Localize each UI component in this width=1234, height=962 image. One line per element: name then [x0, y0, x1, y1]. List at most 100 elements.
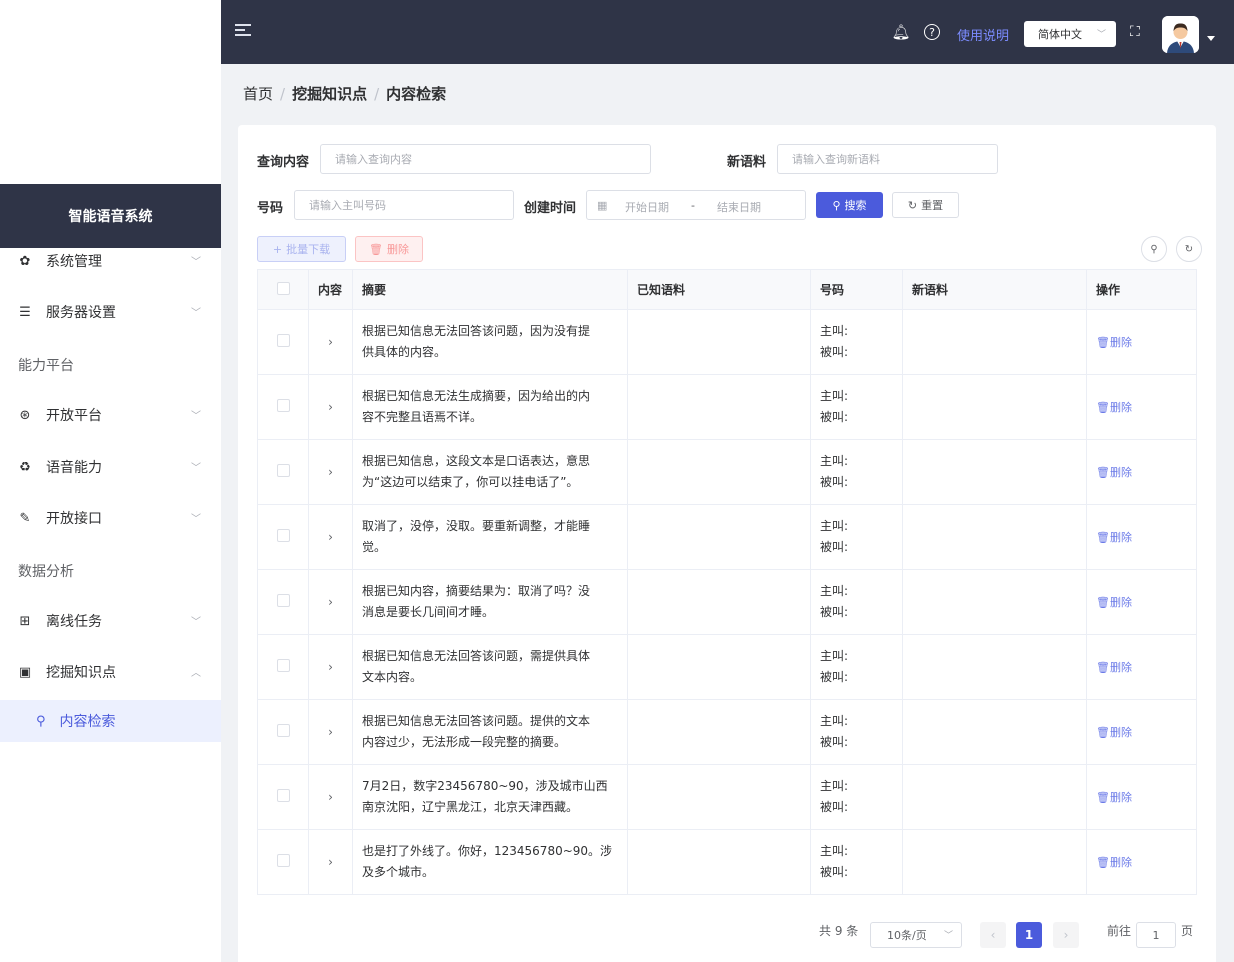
reset-button[interactable]: ↻ 重置: [892, 192, 959, 218]
caller-label: 主叫:: [820, 779, 849, 793]
expand-cell[interactable]: ›: [308, 309, 353, 375]
row-checkbox-cell[interactable]: [257, 569, 309, 635]
chevron-right-icon[interactable]: ›: [328, 595, 333, 609]
row-checkbox[interactable]: [276, 334, 290, 347]
row-delete-link[interactable]: 🗑︎删除: [1096, 531, 1132, 544]
query-input[interactable]: 请输入查询内容: [320, 144, 651, 174]
next-page-button[interactable]: ›: [1053, 922, 1079, 948]
row-checkbox-cell[interactable]: [257, 829, 309, 895]
breadcrumb-knowledge[interactable]: 挖掘知识点: [292, 85, 367, 103]
row-checkbox-cell[interactable]: [257, 699, 309, 765]
row-delete-link[interactable]: 🗑︎删除: [1096, 466, 1132, 479]
row-checkbox[interactable]: [276, 529, 290, 542]
row-delete-link[interactable]: 🗑︎删除: [1096, 856, 1132, 869]
usage-guide-link[interactable]: 使用说明: [957, 25, 1009, 44]
chevron-right-icon[interactable]: ›: [328, 725, 333, 739]
row-checkbox[interactable]: [276, 789, 290, 802]
calendar-icon: ▦: [597, 199, 608, 212]
sidebar-item-knowledge[interactable]: ▣ 挖掘知识点 ︿: [0, 652, 221, 692]
batch-download-button[interactable]: + 批量下载: [257, 236, 346, 262]
avatar[interactable]: [1162, 16, 1199, 53]
row-delete-link[interactable]: 🗑︎删除: [1096, 596, 1132, 609]
page-size-select[interactable]: 10条/页 ﹀: [870, 922, 962, 948]
caller-label: 主叫:: [820, 844, 849, 858]
sidebar-item-system[interactable]: ✿ 系统管理 ﹀: [0, 241, 221, 281]
select-all-checkbox-cell[interactable]: [257, 269, 309, 310]
summary-line: 内容过少，无法形成一段完整的摘要。: [362, 735, 567, 749]
delete-button[interactable]: 🗑︎ 删除: [355, 236, 423, 262]
end-date-input[interactable]: 结束日期: [717, 199, 761, 215]
expand-cell[interactable]: ›: [308, 764, 353, 830]
bell-icon[interactable]: 🔔︎: [891, 23, 910, 41]
sidebar-item-label: 语音能力: [46, 460, 102, 476]
known-corpus-cell: [627, 309, 811, 375]
page-number-button[interactable]: 1: [1016, 922, 1042, 948]
breadcrumb-current: 内容检索: [386, 85, 447, 103]
language-select[interactable]: 简体中文 ﹀: [1024, 21, 1116, 47]
goto-page-input[interactable]: 1: [1136, 922, 1176, 948]
chevron-right-icon[interactable]: ›: [328, 790, 333, 804]
column-header: 摘要: [352, 269, 628, 310]
row-checkbox-cell[interactable]: [257, 504, 309, 570]
fullscreen-icon[interactable]: ⛶: [1130, 24, 1140, 40]
row-checkbox[interactable]: [276, 724, 290, 737]
row-delete-link[interactable]: 🗑︎删除: [1096, 336, 1132, 349]
new-corpus-input[interactable]: 请输入查询新语料: [777, 144, 998, 174]
caret-down-icon[interactable]: [1207, 36, 1215, 41]
summary-cell: 根据已知信息，这段文本是口语表达，意思 为“这边可以结束了，你可以挂电话了”。: [352, 439, 628, 505]
row-checkbox[interactable]: [276, 854, 290, 867]
chevron-right-icon[interactable]: ›: [328, 335, 333, 349]
menu-toggle-icon[interactable]: [235, 24, 251, 38]
row-checkbox-cell[interactable]: [257, 634, 309, 700]
row-checkbox[interactable]: [276, 464, 290, 477]
number-input[interactable]: 请输入主叫号码: [294, 190, 514, 220]
sidebar-item-offline-task[interactable]: ⊞ 离线任务 ﹀: [0, 601, 221, 641]
breadcrumb-home[interactable]: 首页: [243, 85, 273, 103]
expand-cell[interactable]: ›: [308, 439, 353, 505]
chevron-right-icon[interactable]: ›: [328, 400, 333, 414]
sidebar-item-open-platform[interactable]: ⊛ 开放平台 ﹀: [0, 395, 221, 435]
row-checkbox[interactable]: [276, 399, 290, 412]
expand-cell[interactable]: ›: [308, 699, 353, 765]
row-checkbox-cell[interactable]: [257, 439, 309, 505]
select-all-checkbox[interactable]: [276, 281, 290, 295]
search-toggle-icon[interactable]: ⚲: [1141, 236, 1167, 262]
refresh-icon[interactable]: ↻: [1176, 236, 1202, 262]
row-delete-link[interactable]: 🗑︎删除: [1096, 791, 1132, 804]
sidebar-item-label: 系统管理: [46, 254, 102, 270]
sidebar-item-voice[interactable]: ♻ 语音能力 ﹀: [0, 447, 221, 487]
chevron-right-icon[interactable]: ›: [328, 465, 333, 479]
row-delete-link[interactable]: 🗑︎删除: [1096, 401, 1132, 414]
expand-cell[interactable]: ›: [308, 504, 353, 570]
expand-cell[interactable]: ›: [308, 374, 353, 440]
expand-cell[interactable]: ›: [308, 634, 353, 700]
summary-line: 根据已知内容，摘要结果为：取消了吗？没: [362, 584, 591, 598]
number-cell: 主叫: 被叫:: [810, 569, 903, 635]
row-delete-link[interactable]: 🗑︎删除: [1096, 661, 1132, 674]
help-icon[interactable]: ?: [924, 24, 940, 40]
number-cell: 主叫: 被叫:: [810, 634, 903, 700]
table-row: › 根据已知信息无法回答该问题，因为没有提 供具体的内容。 主叫: 被叫: 🗑︎删除: [257, 309, 1197, 375]
expand-cell[interactable]: ›: [308, 569, 353, 635]
chevron-right-icon[interactable]: ›: [328, 660, 333, 674]
row-checkbox-cell[interactable]: [257, 764, 309, 830]
sidebar: 智能语音系统 ✿ 系统管理 ﹀ ☰ 服务器设置 ﹀ 能力平台 ⊛ 开放平台 ﹀ …: [0, 0, 221, 962]
sidebar-item-server[interactable]: ☰ 服务器设置 ﹀: [0, 292, 221, 332]
sidebar-item-label: 离线任务: [46, 614, 102, 630]
row-checkbox-cell[interactable]: [257, 309, 309, 375]
row-checkbox[interactable]: [276, 659, 290, 672]
expand-cell[interactable]: ›: [308, 829, 353, 895]
table-row: › 根据已知信息无法回答该问题。提供的文本 内容过少，无法形成一段完整的摘要。 主叫:…: [257, 699, 1197, 765]
search-button[interactable]: ⚲ 搜索: [816, 192, 883, 218]
row-checkbox-cell[interactable]: [257, 374, 309, 440]
prev-page-button[interactable]: ‹: [980, 922, 1006, 948]
sidebar-subitem-content-search[interactable]: ⚲ 内容检索: [0, 700, 221, 742]
date-range-picker[interactable]: ▦ 开始日期 - 结束日期: [586, 190, 806, 220]
number-cell: 主叫: 被叫:: [810, 439, 903, 505]
row-checkbox[interactable]: [276, 594, 290, 607]
start-date-input[interactable]: 开始日期: [625, 199, 669, 215]
row-delete-link[interactable]: 🗑︎删除: [1096, 726, 1132, 739]
sidebar-item-open-api[interactable]: ✎ 开放接口 ﹀: [0, 498, 221, 538]
chevron-right-icon[interactable]: ›: [328, 855, 333, 869]
chevron-right-icon[interactable]: ›: [328, 530, 333, 544]
